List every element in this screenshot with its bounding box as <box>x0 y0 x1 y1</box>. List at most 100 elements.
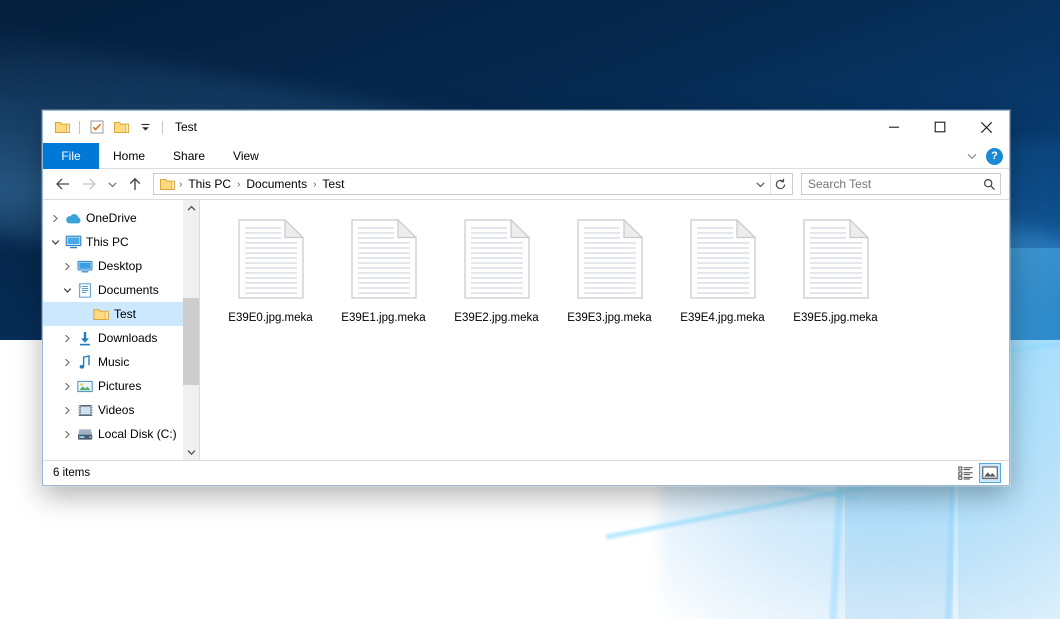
sidebar-item-music[interactable]: Music <box>43 350 199 374</box>
breadcrumb-item-test[interactable]: Test <box>318 176 348 192</box>
file-name-label: E39E4.jpg.meka <box>680 312 764 326</box>
list-item[interactable]: E39E2.jpg.meka <box>440 212 553 330</box>
sidebar-item-pictures[interactable]: Pictures <box>43 374 199 398</box>
breadcrumb-chevron-down-icon[interactable] <box>750 174 770 194</box>
sidebar-label-this-pc: This PC <box>86 235 129 249</box>
list-item[interactable]: E39E4.jpg.meka <box>666 212 779 330</box>
customize-qat-icon[interactable] <box>135 117 155 137</box>
scroll-down-icon[interactable] <box>183 444 199 460</box>
chevron-right-icon[interactable] <box>59 406 75 415</box>
list-item[interactable]: E39E0.jpg.meka <box>214 212 327 330</box>
generic-document-icon <box>348 216 420 305</box>
properties-icon[interactable] <box>87 117 107 137</box>
chevron-right-icon[interactable] <box>47 214 63 223</box>
sidebar-item-this-pc[interactable]: This PC <box>43 230 199 254</box>
sidebar-item-downloads[interactable]: Downloads <box>43 326 199 350</box>
back-button[interactable] <box>51 172 75 196</box>
tab-home[interactable]: Home <box>99 143 159 169</box>
breadcrumb-separator-0[interactable]: › <box>177 179 184 190</box>
navigation-tree: OneDrive This PC <box>43 200 199 446</box>
maximize-button[interactable] <box>917 111 963 143</box>
large-icons-view-button[interactable] <box>979 463 1001 483</box>
window-title: Test <box>175 120 197 134</box>
generic-document-icon <box>687 216 759 305</box>
sidebar-item-local-disk-c[interactable]: Local Disk (C:) <box>43 422 199 446</box>
chevron-right-icon[interactable] <box>59 382 75 391</box>
file-name-label: E39E0.jpg.meka <box>228 312 312 326</box>
sidebar-label-local-disk-c: Local Disk (C:) <box>98 427 177 441</box>
details-view-button[interactable] <box>955 463 977 483</box>
sidebar-label-test: Test <box>114 307 136 321</box>
sidebar-item-test[interactable]: Test <box>43 302 199 326</box>
file-explorer-window: Test File Home Share View <box>42 110 1010 486</box>
breadcrumb-item-documents[interactable]: Documents <box>242 176 311 192</box>
file-grid: E39E0.jpg.meka <box>214 212 999 330</box>
search-box[interactable] <box>801 173 1001 195</box>
generic-document-icon <box>800 216 872 305</box>
ribbon-right-controls: ? <box>966 143 1003 169</box>
qat-separator-2 <box>162 121 163 134</box>
breadcrumb-folder-icon[interactable] <box>158 178 177 191</box>
recent-locations-chevron-down-icon[interactable] <box>103 172 121 196</box>
chevron-down-icon[interactable] <box>47 238 63 247</box>
chevron-down-icon[interactable] <box>59 286 75 295</box>
ribbon-tab-bar: File Home Share View ? <box>43 143 1009 169</box>
file-name-label: E39E1.jpg.meka <box>341 312 425 326</box>
refresh-icon[interactable] <box>770 174 790 194</box>
quick-access-toolbar: Test <box>43 111 197 143</box>
tab-view[interactable]: View <box>219 143 273 169</box>
window-controls <box>871 111 1009 143</box>
breadcrumb-separator-2[interactable]: › <box>311 179 318 190</box>
breadcrumb-bar[interactable]: › This PC › Documents › Test <box>153 173 793 195</box>
folder-icon[interactable] <box>52 117 72 137</box>
list-item[interactable]: E39E3.jpg.meka <box>553 212 666 330</box>
close-button[interactable] <box>963 111 1009 143</box>
desktop-icon <box>75 260 95 273</box>
sidebar-label-videos: Videos <box>98 403 134 417</box>
status-bar: 6 items <box>43 460 1009 485</box>
tab-file[interactable]: File <box>43 143 99 169</box>
downloads-icon <box>75 331 95 346</box>
minimize-button[interactable] <box>871 111 917 143</box>
chevron-right-icon[interactable] <box>59 262 75 271</box>
music-icon <box>75 355 95 370</box>
help-icon[interactable]: ? <box>986 148 1003 165</box>
navigation-pane-scrollbar[interactable] <box>183 200 199 460</box>
list-item[interactable]: E39E5.jpg.meka <box>779 212 892 330</box>
sidebar-item-videos[interactable]: Videos <box>43 398 199 422</box>
expand-ribbon-chevron-down-icon[interactable] <box>966 150 978 162</box>
file-list-pane[interactable]: E39E0.jpg.meka <box>199 200 1009 460</box>
item-count-label: 6 items <box>53 467 90 479</box>
breadcrumb-item-this-pc[interactable]: This PC <box>184 176 235 192</box>
drive-icon <box>75 428 95 441</box>
breadcrumb-separator-1[interactable]: › <box>235 179 242 190</box>
sidebar-label-downloads: Downloads <box>98 331 157 345</box>
breadcrumb: › This PC › Documents › Test <box>158 176 750 192</box>
scrollbar-track[interactable] <box>183 216 199 444</box>
scrollbar-thumb[interactable] <box>183 298 199 385</box>
pictures-icon <box>75 380 95 393</box>
sidebar-item-desktop[interactable]: Desktop <box>43 254 199 278</box>
generic-document-icon <box>235 216 307 305</box>
view-mode-buttons <box>955 463 1001 483</box>
search-input[interactable] <box>802 177 978 191</box>
qat-separator-1 <box>79 121 80 134</box>
title-bar: Test <box>43 111 1009 143</box>
chevron-right-icon[interactable] <box>59 334 75 343</box>
list-item[interactable]: E39E1.jpg.meka <box>327 212 440 330</box>
chevron-right-icon[interactable] <box>59 430 75 439</box>
chevron-right-icon[interactable] <box>59 358 75 367</box>
sidebar-item-documents[interactable]: Documents <box>43 278 199 302</box>
file-name-label: E39E5.jpg.meka <box>793 312 877 326</box>
new-folder-icon[interactable] <box>111 117 131 137</box>
sidebar-label-desktop: Desktop <box>98 259 142 273</box>
navigation-pane: OneDrive This PC <box>43 200 199 460</box>
scroll-up-icon[interactable] <box>183 200 199 216</box>
search-icon[interactable] <box>978 178 1000 191</box>
up-button[interactable] <box>123 172 147 196</box>
tab-share[interactable]: Share <box>159 143 219 169</box>
sidebar-label-music: Music <box>98 355 129 369</box>
documents-icon <box>75 283 95 298</box>
sidebar-item-onedrive[interactable]: OneDrive <box>43 206 199 230</box>
sidebar-label-pictures: Pictures <box>98 379 141 393</box>
